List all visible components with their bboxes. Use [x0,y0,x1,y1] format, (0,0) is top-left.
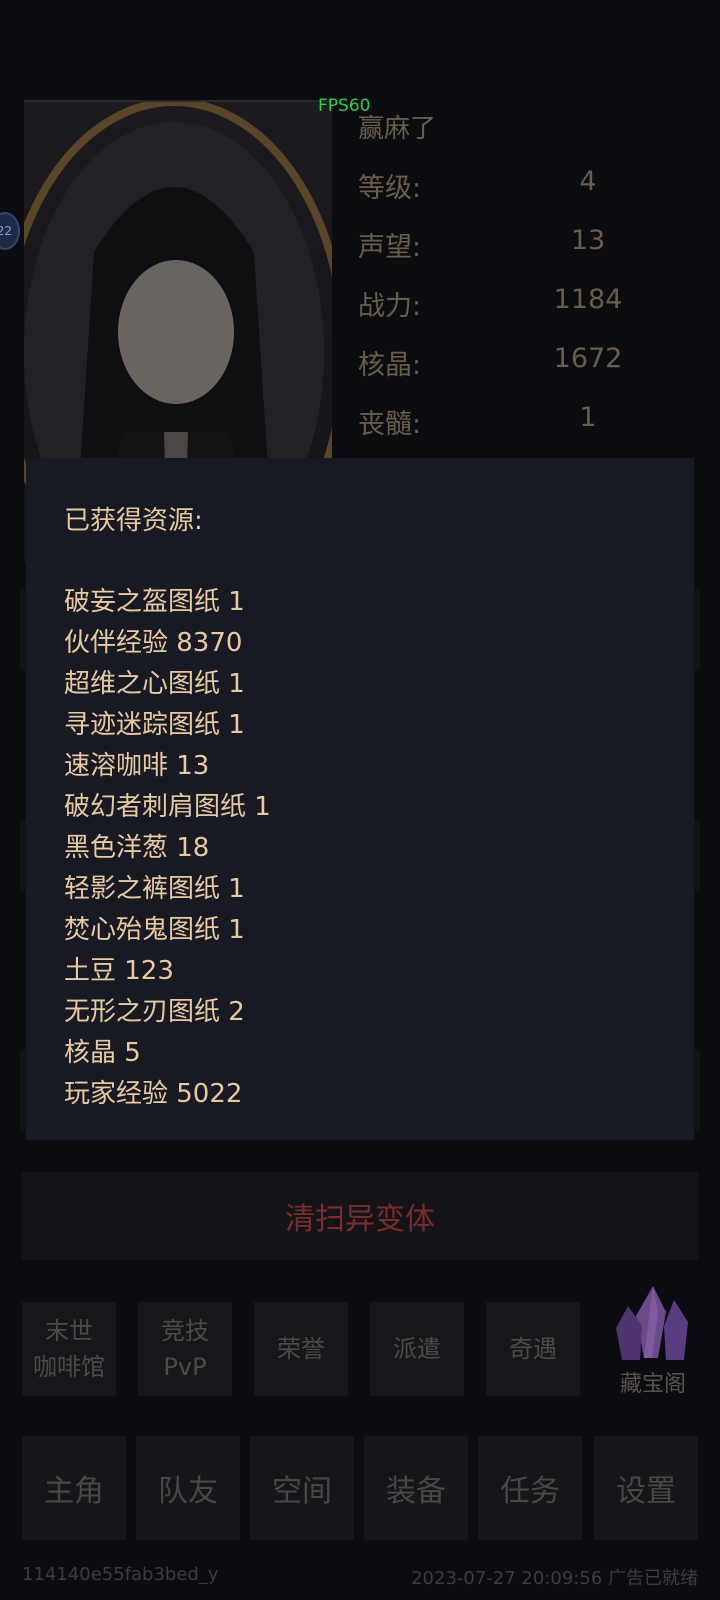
stat-core-crystal: 核晶: 1672 [358,343,688,393]
resource-list: 破妄之盔图纸 1 伙伴经验 8370 超维之心图纸 1 寻迹迷踪图纸 1 速溶咖… [64,582,271,1115]
resource-item: 玩家经验 5022 [64,1079,243,1109]
resource-item: 土豆 123 [64,956,174,986]
stat-value: 1184 [553,284,623,315]
apocalypse-cafe-button[interactable]: 末世 咖啡馆 [22,1302,116,1396]
status-text: 2023-07-27 20:09:56 广告已就绪 [411,1568,698,1589]
stat-level: 等级: 4 [358,166,688,216]
nav-equipment[interactable]: 装备 [364,1436,468,1540]
player-name: 赢麻了 [358,114,437,144]
resource-item: 核晶 5 [64,1038,141,1068]
nav-tasks[interactable]: 任务 [478,1436,582,1540]
nav-protagonist[interactable]: 主角 [22,1436,126,1540]
clear-mutants-button[interactable]: 清扫异变体 [22,1172,698,1260]
encounter-button[interactable]: 奇遇 [486,1302,580,1396]
stat-value: 1 [579,402,597,433]
stat-label: 核晶: [358,350,422,381]
side-badge-label: 22 [0,224,12,238]
feature-label-line2: PvP [163,1353,207,1381]
resource-item: 焚心殆鬼图纸 1 [64,915,245,945]
side-level-badge[interactable]: 22 [0,212,20,250]
stat-label: 丧髓: [358,409,422,440]
stat-marrow: 丧髓: 1 [358,402,688,452]
pvp-arena-button[interactable]: 竞技 PvP [138,1302,232,1396]
feature-label-line1: 竞技 [161,1317,209,1345]
stat-reputation: 声望: 13 [358,225,688,275]
dialog-title: 已获得资源: [64,506,203,536]
nav-teammates[interactable]: 队友 [136,1436,240,1540]
feature-label: 奇遇 [509,1335,557,1363]
stat-value: 1672 [553,343,623,374]
feature-label: 荣誉 [277,1335,325,1363]
resource-item: 破幻者刺肩图纸 1 [64,792,271,822]
crystal-icon [616,1286,688,1360]
nav-space[interactable]: 空间 [250,1436,354,1540]
stat-value: 4 [579,166,597,197]
dispatch-button[interactable]: 派遣 [370,1302,464,1396]
stat-label: 声望: [358,232,422,263]
stat-value: 13 [570,225,606,256]
treasure-pavilion-button[interactable]: 藏宝阁 [608,1282,698,1402]
stat-label: 等级: [358,173,422,204]
feature-label: 派遣 [393,1335,441,1363]
stat-power: 战力: 1184 [358,284,688,334]
feature-label-line2: 咖啡馆 [33,1353,105,1381]
treasure-label: 藏宝阁 [619,1372,686,1397]
resource-item: 寻迹迷踪图纸 1 [64,710,245,740]
resource-item: 黑色洋葱 18 [64,833,210,863]
resource-reward-dialog[interactable]: 已获得资源: 破妄之盔图纸 1 伙伴经验 8370 超维之心图纸 1 寻迹迷踪图… [26,458,694,1140]
resource-item: 速溶咖啡 13 [64,751,210,781]
resource-item: 伙伴经验 8370 [64,628,243,658]
device-id: 114140e55fab3bed_y [22,1564,219,1585]
stat-label: 战力: [358,291,422,322]
resource-item: 轻影之裤图纸 1 [64,874,245,904]
nav-settings[interactable]: 设置 [594,1436,698,1540]
honor-button[interactable]: 荣誉 [254,1302,348,1396]
resource-item: 无形之刃图纸 2 [64,997,245,1027]
resource-item: 超维之心图纸 1 [64,669,245,699]
resource-item: 破妄之盔图纸 1 [64,587,245,617]
feature-label-line1: 末世 [45,1317,93,1345]
